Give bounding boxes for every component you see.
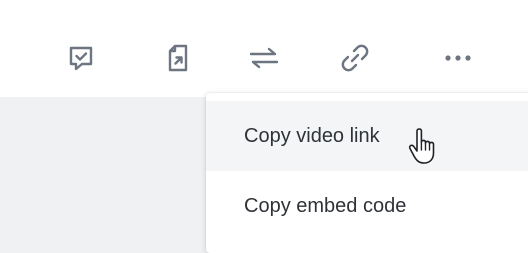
swap-arrows-icon (249, 47, 279, 69)
share-document-icon (168, 44, 188, 72)
menu-item-label: Copy video link (244, 124, 380, 147)
menu-item-label: Copy embed code (244, 194, 407, 217)
menu-item-copy-embed-code[interactable]: Copy embed code (206, 171, 528, 241)
share-document-button[interactable] (160, 40, 196, 76)
feedback-check-icon (69, 46, 93, 71)
feedback-button[interactable] (63, 40, 99, 76)
more-options-menu: Copy video link Copy embed code (206, 93, 528, 253)
swap-button[interactable] (246, 40, 282, 76)
menu-item-copy-video-link[interactable]: Copy video link (206, 101, 528, 171)
more-icon (445, 55, 471, 61)
link-icon (341, 44, 369, 72)
more-options-button[interactable] (440, 40, 476, 76)
copy-link-button[interactable] (337, 40, 373, 76)
video-toolbar (0, 0, 528, 97)
